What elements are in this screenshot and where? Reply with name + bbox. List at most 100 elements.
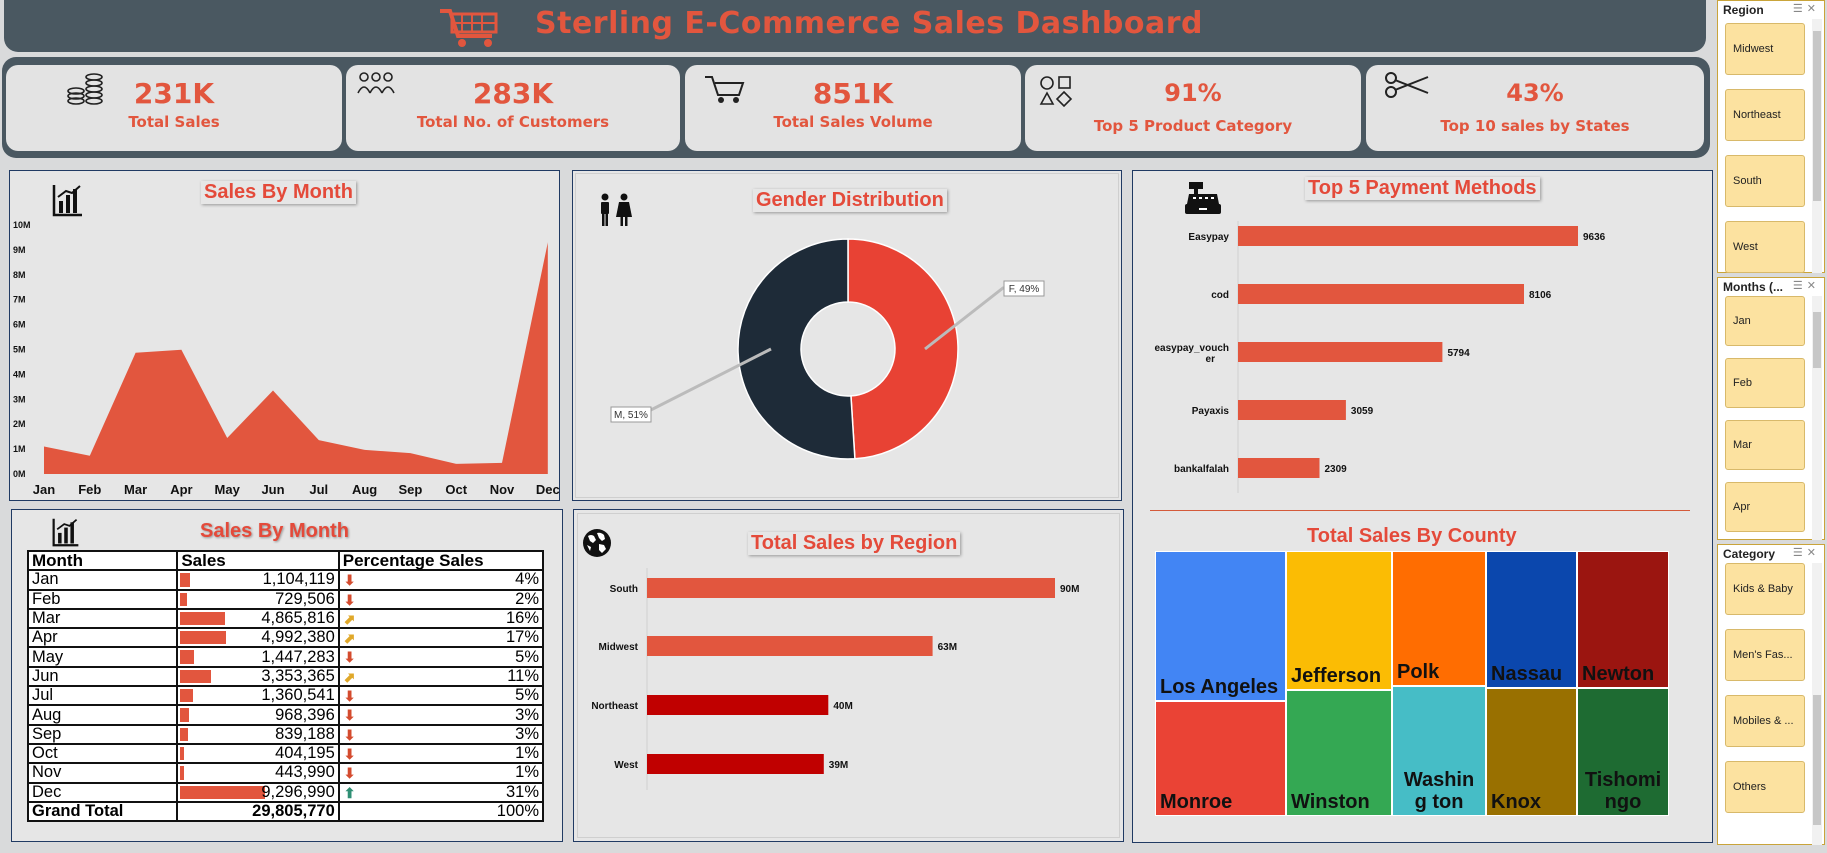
bar-cod: [1238, 284, 1524, 304]
sales-value: 9,296,990: [261, 782, 335, 801]
category-label: Northeast: [591, 701, 638, 712]
sales-cell: 443,990: [176, 762, 340, 784]
percentage-cell: ⬈ 11%: [337, 665, 545, 688]
bar-northeast: [647, 695, 829, 715]
region-slicer[interactable]: Region ☰✕ Midwest Northeast South West: [1717, 0, 1825, 273]
kpi-card-total-sales: 231K Total Sales: [6, 65, 342, 151]
slicer-item[interactable]: Feb: [1725, 358, 1805, 408]
slicer-item[interactable]: Apr: [1725, 482, 1805, 532]
clear-filter-icon[interactable]: ☰✕: [1793, 279, 1820, 292]
y-tick-label: 6M: [13, 320, 26, 330]
slicer-item[interactable]: Jan: [1725, 296, 1805, 346]
svg-text:M, 51%: M, 51%: [614, 410, 648, 421]
percentage-value: 3%: [515, 705, 539, 724]
category-label: bankalfalah: [1174, 464, 1229, 475]
month-cell: Dec: [26, 781, 179, 803]
kpi-value: 283K: [472, 77, 554, 110]
slicer-item[interactable]: Mar: [1725, 420, 1805, 470]
month-cell: May: [26, 646, 179, 668]
gender-distribution-panel: Gender Distribution F, 49% M, 51%: [572, 170, 1122, 501]
data-bar: [180, 631, 226, 645]
percentage-value: 17%: [505, 628, 539, 647]
category-slicer[interactable]: Category ☰✕ Kids & Baby Men's Fas... Mobil…: [1717, 544, 1825, 845]
sales-value: 729,506: [275, 589, 335, 608]
month-cell: Apr: [26, 627, 179, 649]
county-label: Nassau: [1491, 663, 1563, 685]
county-label: Winston: [1291, 791, 1370, 813]
month-cell: Feb: [26, 588, 179, 610]
arrow-side-icon: ⬈: [343, 668, 356, 685]
table-row: Jan 1,104,119 ⬇ 4%: [26, 569, 545, 591]
x-tick-label: May: [215, 482, 241, 497]
slicer-scroll-thumb[interactable]: [1813, 31, 1821, 201]
category-label: easypay_vouch er: [1155, 343, 1230, 365]
y-tick-label: 5M: [13, 345, 26, 355]
sales-value: 1,360,541: [261, 686, 335, 705]
percentage-value: 31%: [505, 782, 539, 801]
data-bar: [180, 785, 266, 799]
dashboard-title: Sterling E-Commerce Sales Dashboard: [535, 6, 1203, 41]
percentage-value: 16%: [505, 609, 539, 628]
table-row: Jun 3,353,365 ⬈ 11%: [26, 665, 545, 688]
kpi-card-top-product-category: 91% Top 5 Product Category: [1025, 65, 1361, 151]
y-tick-label: 7M: [13, 295, 26, 305]
sales-value: 839,188: [275, 724, 335, 743]
county-cell: Newton: [1577, 551, 1669, 688]
slicer-item[interactable]: Kids & Baby: [1725, 563, 1805, 615]
x-tick-label: Sep: [398, 482, 422, 497]
arrow-down-icon: ⬇: [343, 745, 356, 762]
slicer-item[interactable]: Men's Fas...: [1725, 629, 1805, 681]
y-tick-label: 0M: [13, 469, 26, 479]
sales-by-month-chart-panel: Sales By Month 10M 9M 8M 7M 6M 5M 4M 3M 2M 1M 0M Ja…: [9, 170, 560, 501]
data-bar: [180, 727, 188, 741]
y-tick-label: 8M: [13, 270, 26, 280]
bar-chart-icon: [52, 518, 79, 547]
percentage-cell: ⬇ 1%: [337, 762, 545, 784]
x-tick-label: Jan: [33, 482, 55, 497]
arrow-down-icon: ⬇: [343, 649, 356, 666]
months-slicer[interactable]: Months (... ☰✕ Jan Feb Mar Apr: [1717, 277, 1825, 540]
sales-value: 4,865,816: [261, 609, 335, 628]
county-label: Polk: [1397, 661, 1440, 683]
slicer-item[interactable]: Midwest: [1725, 23, 1805, 75]
percentage-value: 4%: [515, 570, 539, 589]
sales-cell: 1,104,119: [176, 569, 340, 591]
data-label: 39M: [829, 760, 848, 771]
bar-easypay: [1238, 226, 1578, 246]
x-tick-label: Aug: [352, 482, 377, 497]
kpi-value: 231K: [133, 77, 215, 110]
y-tick-label: 10M: [13, 220, 31, 230]
month-cell: Aug: [26, 704, 179, 726]
grand-total-pct: 100%: [337, 800, 545, 823]
slice-m: [737, 238, 856, 460]
county-label: Los Angeles: [1160, 676, 1279, 698]
county-cell: Tishomi ngo: [1577, 688, 1669, 816]
payment-bar-chart: 9636 8106 5794 3059 2309 Easypay cod easypay_vo…: [1155, 221, 1606, 493]
clear-filter-icon[interactable]: ☰✕: [1793, 546, 1820, 559]
county-cell: Los Angeles: [1155, 551, 1286, 701]
slicer-item[interactable]: Others: [1725, 761, 1805, 813]
table-row: May 1,447,283 ⬇ 5%: [26, 646, 545, 668]
slicer-item[interactable]: Northeast: [1725, 89, 1805, 141]
percentage-cell: ⬆ 31%: [337, 781, 545, 803]
county-cell: Monroe: [1155, 701, 1286, 816]
grand-total-sales: 29,805,770: [176, 800, 340, 823]
slicer-scroll-thumb[interactable]: [1813, 312, 1821, 368]
slicer-item[interactable]: South: [1725, 155, 1805, 207]
slicer-scroll-thumb[interactable]: [1813, 695, 1821, 825]
county-label: Monroe: [1160, 791, 1233, 813]
bar-south: [647, 578, 1055, 598]
clear-filter-icon[interactable]: ☰✕: [1793, 2, 1820, 15]
kpi-label: Total No. of Customers: [416, 113, 610, 131]
kpi-label: Top 5 Product Category: [1093, 117, 1293, 135]
county-label: Tishomi ngo: [1584, 769, 1662, 813]
month-cell: Nov: [26, 762, 179, 784]
sales-by-month-table: Month Sales Percentage Sales Jan 1,104,11…: [26, 549, 545, 823]
category-label: Payaxis: [1192, 406, 1230, 417]
slicer-item[interactable]: West: [1725, 221, 1805, 273]
chart-title: Total Sales By County: [1307, 525, 1517, 547]
bar-bankalfalah: [1238, 458, 1320, 478]
sales-area-series: [44, 242, 548, 474]
column-header: Month: [26, 549, 179, 572]
slicer-item[interactable]: Mobiles & ...: [1725, 695, 1805, 747]
